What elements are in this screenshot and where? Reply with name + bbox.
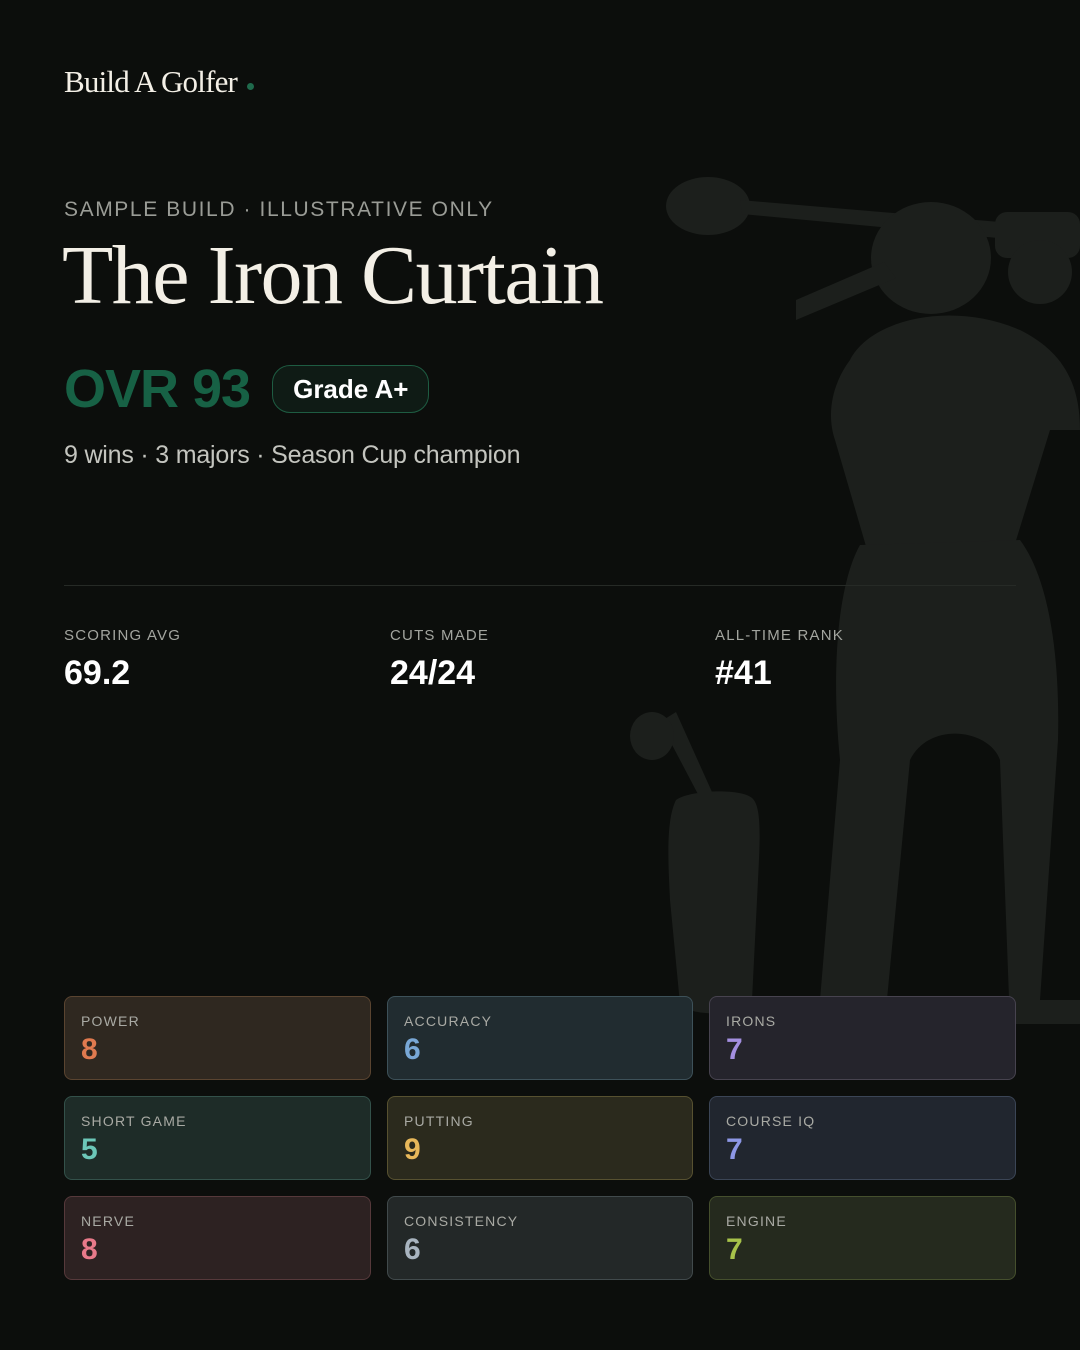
rating-row: OVR 93 Grade A+ (64, 359, 430, 419)
attribute-card-short-game: SHORT GAME 5 (64, 1096, 371, 1180)
attribute-value: 6 (404, 1033, 421, 1066)
attribute-label: PUTTING (404, 1113, 474, 1129)
attribute-card-engine: ENGINE 7 (709, 1196, 1016, 1280)
career-summary: 9 wins · 3 majors · Season Cup champion (64, 441, 521, 469)
brand-name: Build A Golfer (64, 64, 238, 99)
overall-rating: OVR 93 (64, 359, 251, 419)
attribute-value: 7 (726, 1233, 743, 1266)
attribute-card-course-iq: COURSE IQ 7 (709, 1096, 1016, 1180)
attribute-value: 8 (81, 1033, 98, 1066)
attribute-label: NERVE (81, 1213, 135, 1229)
stat-value: 69.2 (64, 654, 131, 692)
attribute-grid: POWER 8 ACCURACY 6 IRONS 7 SHORT GAME 5 … (64, 996, 1016, 1280)
attribute-value: 7 (726, 1133, 743, 1166)
attribute-label: IRONS (726, 1013, 777, 1029)
attribute-card-accuracy: ACCURACY 6 (387, 996, 693, 1080)
brand-logo: Build A Golfer (64, 64, 255, 100)
stat-scoring-avg: SCORING AVG 69.2 (64, 627, 181, 693)
attribute-card-putting: PUTTING 9 (387, 1096, 693, 1180)
attribute-value: 8 (81, 1233, 98, 1266)
grade-badge: Grade A+ (272, 365, 430, 413)
attribute-card-power: POWER 8 (64, 996, 371, 1080)
golfer-silhouette-icon (630, 177, 1080, 1024)
attribute-label: SHORT GAME (81, 1113, 187, 1129)
eyebrow-label: SAMPLE BUILD · ILLUSTRATIVE ONLY (64, 198, 494, 221)
page-title: The Iron Curtain (62, 229, 604, 322)
attribute-card-irons: IRONS 7 (709, 996, 1016, 1080)
attribute-value: 9 (404, 1133, 421, 1166)
stat-value: #41 (715, 654, 772, 692)
stat-label: CUTS MADE (390, 627, 490, 644)
logo-dot-icon (247, 83, 255, 90)
attribute-label: CONSISTENCY (404, 1213, 519, 1229)
divider (64, 585, 1016, 586)
attribute-card-consistency: CONSISTENCY 6 (387, 1196, 693, 1280)
attribute-value: 7 (726, 1033, 743, 1066)
attribute-value: 6 (404, 1233, 421, 1266)
stat-label: ALL-TIME RANK (715, 627, 844, 644)
stat-value: 24/24 (390, 654, 476, 692)
stat-label: SCORING AVG (64, 627, 182, 644)
attribute-label: POWER (81, 1013, 140, 1029)
attribute-label: ENGINE (726, 1213, 787, 1229)
stat-cuts-made: CUTS MADE 24/24 (390, 627, 489, 693)
stat-all-time-rank: ALL-TIME RANK #41 (715, 627, 844, 693)
attribute-label: ACCURACY (404, 1013, 493, 1029)
attribute-label: COURSE IQ (726, 1113, 816, 1129)
attribute-value: 5 (81, 1133, 98, 1166)
attribute-card-nerve: NERVE 8 (64, 1196, 371, 1280)
